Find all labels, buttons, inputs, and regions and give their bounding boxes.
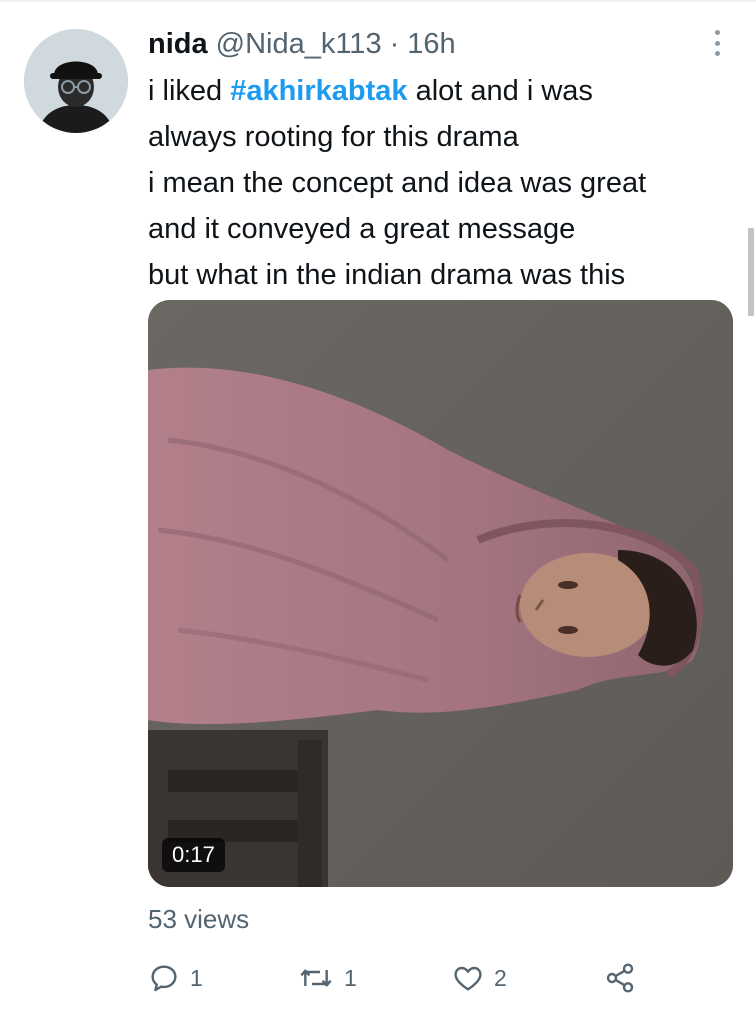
like-button[interactable]: 2 — [452, 958, 507, 998]
top-divider — [0, 0, 756, 2]
tweet-line-4: and it conveyed a great message — [148, 213, 576, 245]
header-separator: · — [389, 27, 400, 60]
video-player[interactable]: 0:17 — [148, 300, 733, 887]
more-options-button[interactable] — [706, 28, 728, 58]
tweet-line-5: but what in the indian drama was this — [148, 259, 626, 291]
avatar[interactable] — [24, 29, 128, 133]
action-bar: 1 1 2 — [148, 958, 648, 998]
more-options-icon — [714, 30, 720, 35]
tweet-line-3: i mean the concept and idea was great — [148, 167, 647, 199]
view-count: 53 views — [148, 904, 250, 934]
scrollbar-thumb[interactable] — [748, 228, 754, 316]
heart-icon — [454, 966, 482, 991]
reply-count: 1 — [190, 964, 203, 991]
tweet-timestamp[interactable]: 16h — [407, 28, 455, 61]
retweet-count: 1 — [344, 964, 357, 991]
tweet-line-1: i liked #akhirkabtak alot and i was — [148, 75, 593, 107]
hashtag-link[interactable]: #akhirkabtak — [230, 75, 407, 107]
like-count: 2 — [494, 964, 507, 991]
share-button[interactable] — [604, 958, 636, 998]
video-duration-badge: 0:17 — [162, 838, 225, 872]
tweet-header: nida @Nida_k113 · 16h — [148, 26, 456, 62]
retweet-icon — [300, 969, 332, 987]
display-name[interactable]: nida — [148, 28, 208, 61]
tweet-page: nida @Nida_k113 · 16h i liked #akhirkabt… — [0, 0, 756, 1024]
tweet-text: i liked #akhirkabtak alot and i was alwa… — [148, 68, 738, 298]
reply-button[interactable]: 1 — [148, 958, 203, 998]
retweet-button[interactable]: 1 — [298, 958, 357, 998]
share-icon — [606, 963, 634, 993]
user-handle[interactable]: @Nida_k113 — [216, 28, 382, 61]
avatar-image — [24, 29, 128, 133]
reply-icon — [151, 965, 177, 992]
tweet-line-2: always rooting for this drama — [148, 121, 519, 153]
video-thumbnail — [148, 300, 733, 887]
